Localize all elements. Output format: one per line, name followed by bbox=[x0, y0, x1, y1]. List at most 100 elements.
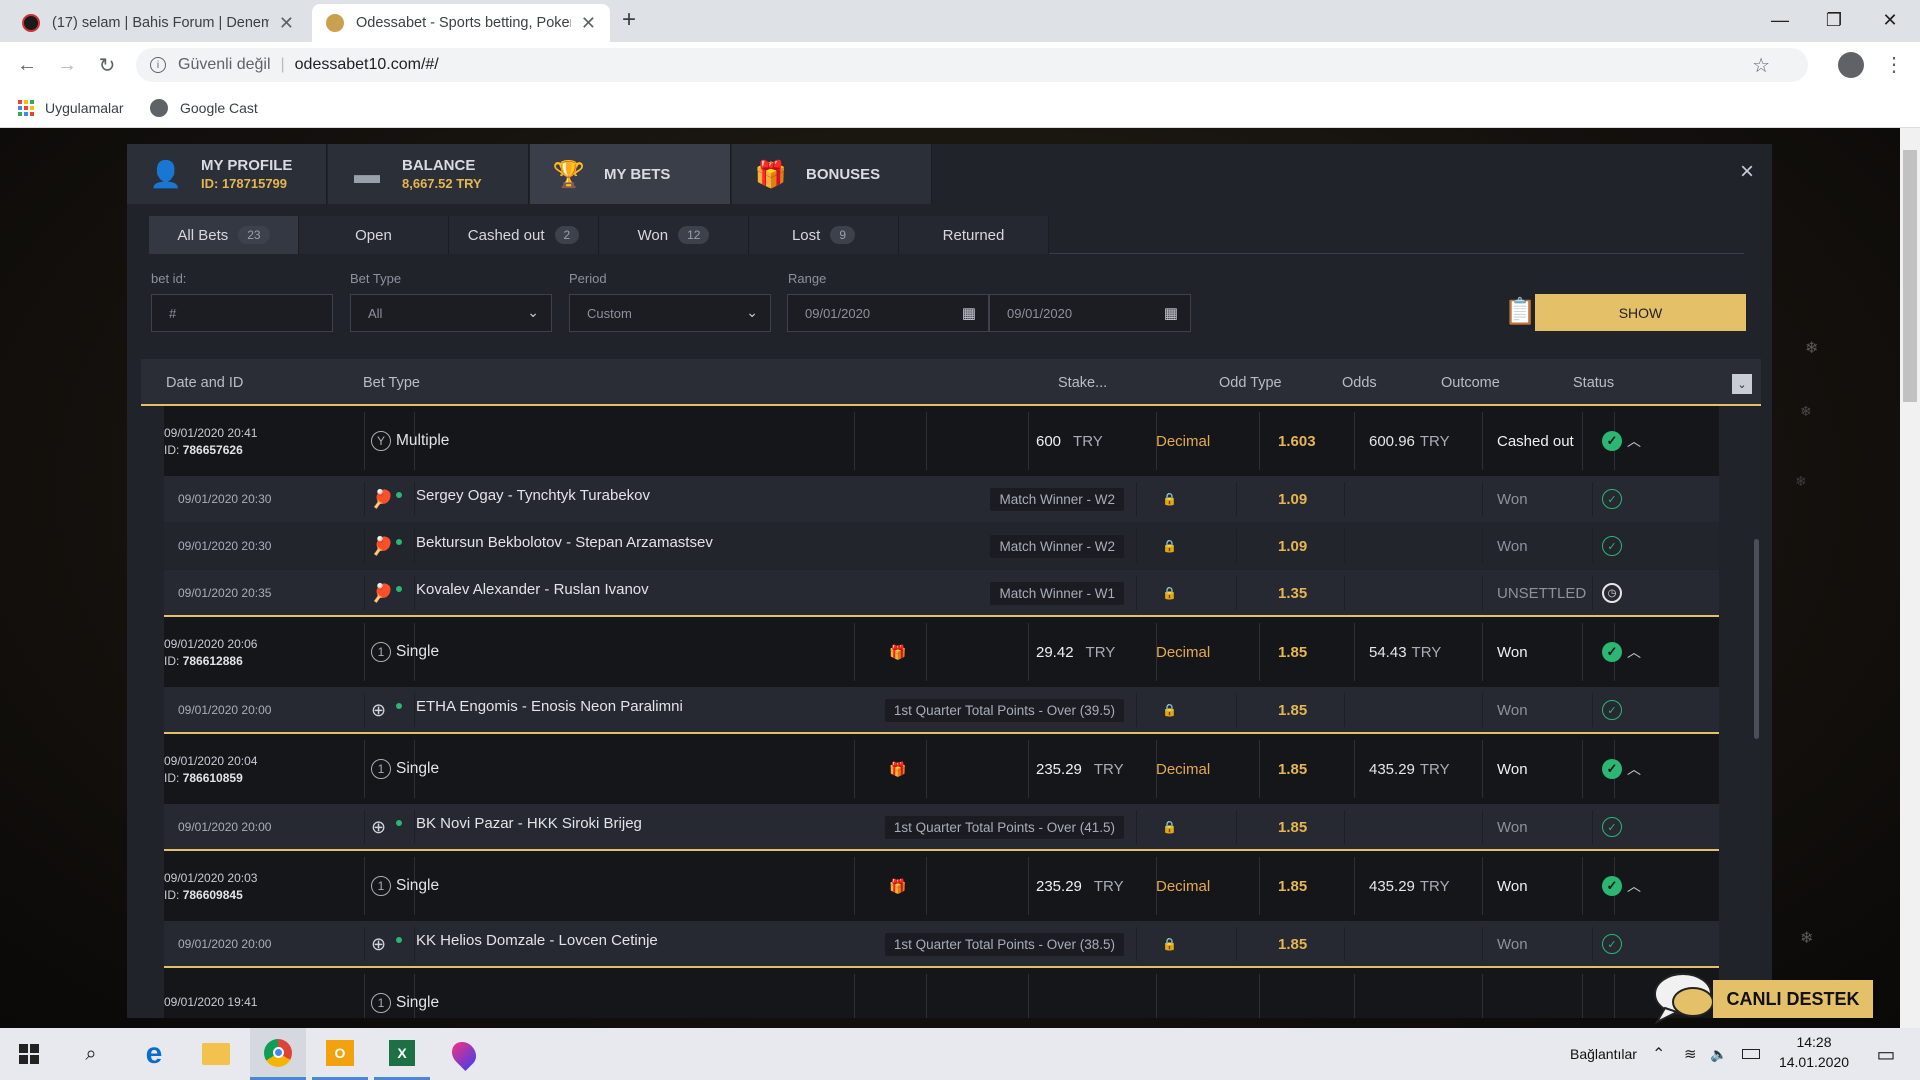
maximize-button[interactable]: ❐ bbox=[1806, 0, 1862, 40]
lock-icon: 🔒 bbox=[1162, 937, 1177, 951]
tab-my-bets[interactable]: 🏆 MY BETS bbox=[530, 144, 731, 204]
search-icon[interactable]: ⌕ bbox=[62, 1028, 120, 1080]
cell-divider bbox=[1236, 482, 1237, 516]
chevron-up-icon[interactable]: ︿ bbox=[1627, 617, 1641, 687]
range-from-input[interactable]: 09/01/2020 ▦ bbox=[787, 294, 989, 332]
info-icon[interactable]: i bbox=[150, 57, 166, 73]
live-dot-icon bbox=[396, 937, 402, 943]
filter-tab-lost[interactable]: Lost 9 bbox=[749, 216, 899, 254]
event-name[interactable]: Sergey Ogay - Tynchtyk Turabekov bbox=[416, 487, 650, 504]
chrome-icon[interactable] bbox=[250, 1028, 306, 1080]
excel-icon[interactable]: X bbox=[374, 1028, 430, 1080]
bookmark-star-icon[interactable]: ☆ bbox=[1752, 53, 1770, 78]
chevron-up-icon[interactable]: ⌃ bbox=[1652, 1028, 1665, 1080]
reload-button[interactable]: ↻ bbox=[92, 50, 122, 80]
address-bar[interactable]: i Güvenli değil | odessabet10.com/#/ ☆ bbox=[136, 48, 1808, 82]
stake-currency: TRY bbox=[1093, 760, 1124, 778]
windows-start-icon[interactable] bbox=[0, 1028, 58, 1080]
battery-icon[interactable] bbox=[1742, 1028, 1760, 1080]
filter-tab-returned[interactable]: Returned bbox=[899, 216, 1049, 254]
header-stake: Stake... bbox=[1058, 374, 1108, 391]
event-name[interactable]: Kovalev Alexander - Ruslan Ivanov bbox=[416, 581, 649, 598]
tab-close-icon[interactable]: ✕ bbox=[581, 13, 596, 34]
volume-icon[interactable]: 🔈 bbox=[1710, 1028, 1727, 1080]
menu-kebab-icon[interactable]: ⋮ bbox=[1884, 52, 1904, 77]
filter-label: Returned bbox=[942, 226, 1005, 244]
bookmark-apps[interactable]: Uygulamalar bbox=[18, 88, 124, 128]
collapse-all-icon[interactable]: ⌄ bbox=[1732, 374, 1752, 394]
bet-leg-row: 09/01/2020 20:35 🏓 Kovalev Alexander - Rus… bbox=[164, 570, 1719, 616]
live-support-label: CANLI DESTEK bbox=[1713, 980, 1873, 1018]
calendar-icon[interactable]: ▦ bbox=[962, 304, 976, 322]
live-support-button[interactable]: CANLI DESTEK bbox=[1647, 973, 1873, 1028]
filter-tab-won[interactable]: Won 12 bbox=[599, 216, 749, 254]
clock-time[interactable]: 14:28 bbox=[1774, 1034, 1854, 1050]
network-label[interactable]: Bağlantılar bbox=[1570, 1028, 1637, 1080]
maps-icon[interactable] bbox=[436, 1028, 492, 1080]
page-scrollbar-thumb[interactable] bbox=[1903, 150, 1917, 402]
cell-divider bbox=[1592, 810, 1593, 844]
leg-odds: 1.09 bbox=[1278, 490, 1308, 508]
tab-my-profile[interactable]: 👤 MY PROFILE ID: 178715799 bbox=[127, 144, 327, 204]
check-circle-icon: ✓ bbox=[1602, 876, 1622, 896]
bet-type-select[interactable]: All ⌄ bbox=[350, 294, 552, 332]
filter-tab-open[interactable]: Open bbox=[299, 216, 449, 254]
edge-icon[interactable]: e bbox=[126, 1028, 182, 1080]
tab-title: BALANCE bbox=[402, 157, 476, 174]
leg-status: Won bbox=[1497, 537, 1528, 555]
back-button[interactable]: ← bbox=[12, 50, 42, 80]
tab-bonuses[interactable]: 🎁 BONUSES bbox=[732, 144, 932, 204]
browser-tab-odessabet[interactable]: Odessabet - Sports betting, Poker ✕ bbox=[312, 4, 610, 42]
filter-tab-all-bets[interactable]: All Bets 23 bbox=[149, 216, 299, 254]
clock-date[interactable]: 14.01.2020 bbox=[1774, 1054, 1854, 1070]
file-explorer-icon[interactable] bbox=[188, 1028, 244, 1080]
show-button[interactable]: SHOW bbox=[1535, 294, 1746, 331]
outlook-icon[interactable]: O bbox=[312, 1028, 368, 1080]
filter-tab-cashed-out[interactable]: Cashed out 2 bbox=[449, 216, 599, 254]
check-circle-icon: ✓ bbox=[1602, 431, 1622, 451]
bet-row[interactable]: 09/01/2020 20:04 ID: 786610859 1 Single 🎁 2… bbox=[164, 734, 1719, 804]
bet-id-input[interactable]: # bbox=[151, 294, 333, 332]
event-name[interactable]: Bektursun Bekbolotov - Stepan Arzamastse… bbox=[416, 534, 713, 551]
apps-grid-icon bbox=[18, 100, 34, 116]
bet-row[interactable]: 09/01/2020 20:03 ID: 786609845 1 Single 🎁 2… bbox=[164, 851, 1719, 921]
url-text[interactable]: odessabet10.com/#/ bbox=[295, 56, 439, 74]
bookmark-google-cast[interactable]: Google Cast bbox=[150, 88, 258, 128]
chevron-up-icon[interactable]: ︿ bbox=[1627, 406, 1641, 476]
period-select[interactable]: Custom ⌄ bbox=[569, 294, 771, 332]
cell-divider bbox=[364, 693, 365, 727]
profile-avatar[interactable] bbox=[1838, 52, 1864, 78]
single-icon: 1 bbox=[371, 759, 391, 779]
browser-tab-bahis[interactable]: (17) selam | Bahis Forum | Deneme ✕ bbox=[8, 4, 308, 42]
forward-button[interactable]: → bbox=[52, 50, 82, 80]
wifi-icon[interactable]: ≋ bbox=[1684, 1028, 1697, 1080]
bet-row[interactable]: 09/01/2020 20:41 ID: 786657626 Y Multiple… bbox=[164, 406, 1719, 476]
cell-divider bbox=[1236, 529, 1237, 563]
bet-row[interactable]: 09/01/2020 19:41 1 Single bbox=[164, 968, 1719, 1018]
modal-close-icon[interactable]: × bbox=[1740, 158, 1754, 186]
windows-taskbar: ⌕ e O X Bağlantılar ⌃ ≋ 🔈 14:28 14.01.20… bbox=[0, 1028, 1920, 1080]
range-to-input[interactable]: 09/01/2020 ▦ bbox=[989, 294, 1191, 332]
bet-row[interactable]: 09/01/2020 20:06 ID: 786612886 1 Single 🎁 2… bbox=[164, 617, 1719, 687]
leg-date: 09/01/2020 20:00 bbox=[178, 937, 272, 951]
event-name[interactable]: ETHA Engomis - Enosis Neon Paralimni bbox=[416, 698, 683, 715]
chevron-up-icon[interactable]: ︿ bbox=[1627, 851, 1641, 921]
cell-divider bbox=[1028, 857, 1029, 915]
bets-scrollbar-thumb[interactable] bbox=[1754, 539, 1759, 739]
calendar-icon[interactable]: ▦ bbox=[1164, 304, 1178, 322]
minimize-button[interactable]: — bbox=[1752, 0, 1808, 40]
bet-id-value: 786612886 bbox=[182, 653, 243, 668]
tab-close-icon[interactable]: ✕ bbox=[279, 13, 294, 34]
event-name[interactable]: KK Helios Domzale - Lovcen Cetinje bbox=[416, 932, 658, 949]
cell-divider bbox=[1592, 482, 1593, 516]
chevron-up-icon[interactable]: ︿ bbox=[1627, 734, 1641, 804]
chevron-down-icon: ⌄ bbox=[746, 304, 758, 320]
cell-divider bbox=[1259, 974, 1260, 1018]
new-tab-button[interactable]: + bbox=[622, 6, 636, 34]
window-close-button[interactable]: ✕ bbox=[1862, 0, 1918, 40]
clipboard-icon[interactable]: 📋 bbox=[1504, 296, 1536, 328]
event-name[interactable]: BK Novi Pazar - HKK Siroki Brijeg bbox=[416, 815, 642, 832]
tab-balance[interactable]: ▬ BALANCE 8,667.52 TRY bbox=[328, 144, 529, 204]
notifications-icon[interactable]: ▭ bbox=[1866, 1028, 1906, 1080]
select-value: Custom bbox=[587, 305, 632, 321]
